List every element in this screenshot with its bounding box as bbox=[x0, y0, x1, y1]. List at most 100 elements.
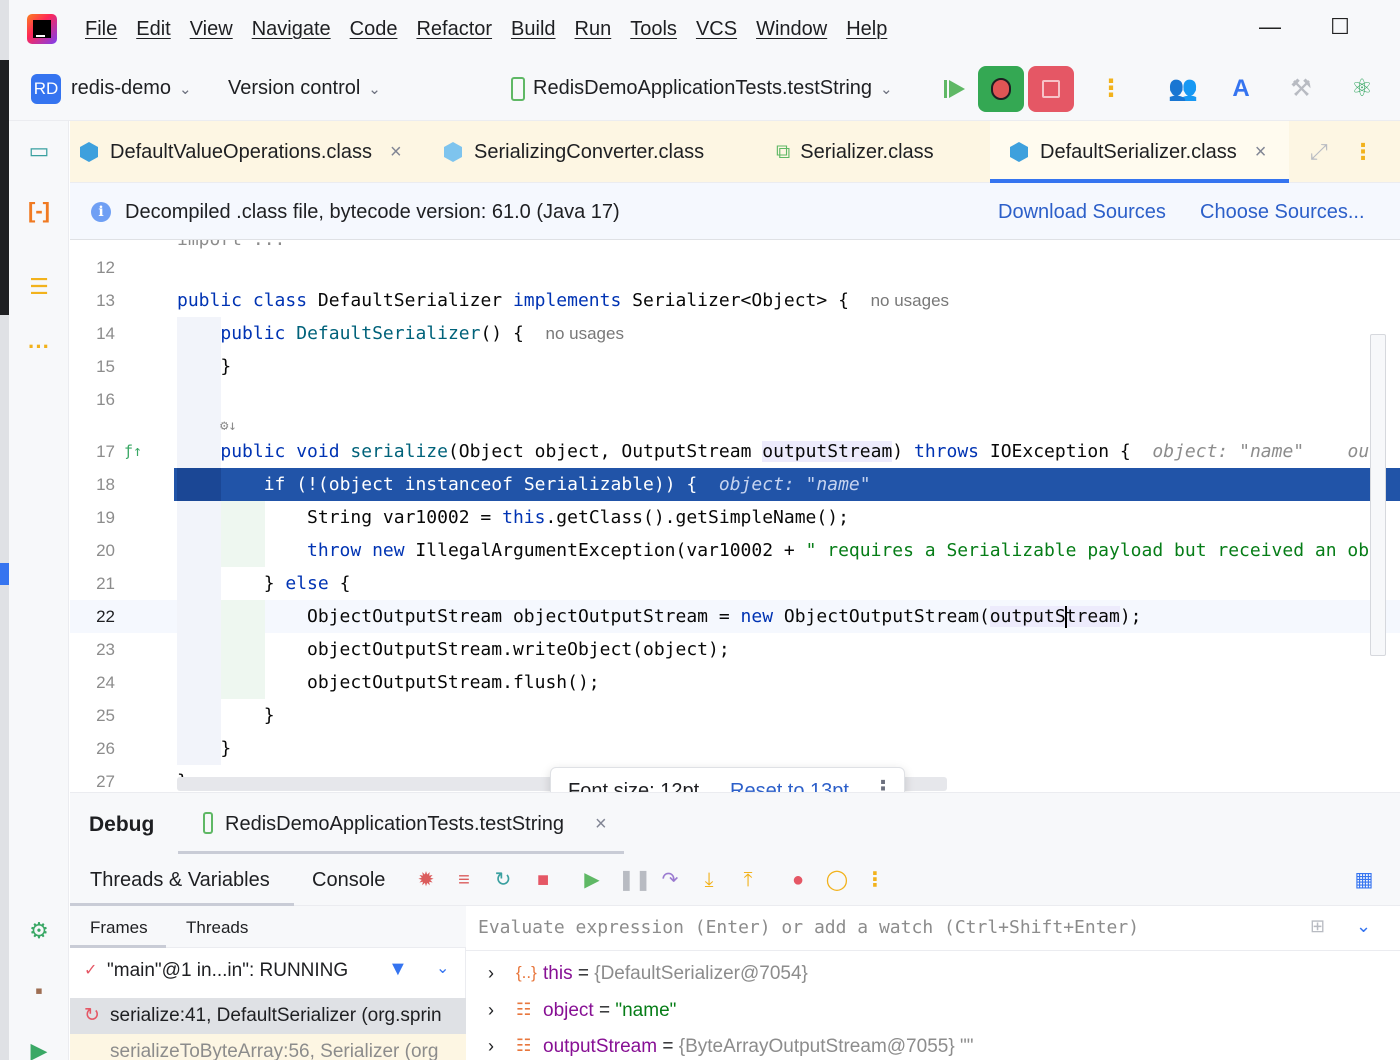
code-line-current: 22 ObjectOutputStream objectOutputStream… bbox=[70, 600, 1400, 633]
atom-icon[interactable]: ⚛ bbox=[1345, 72, 1379, 106]
field-icon: ☷ bbox=[516, 1036, 532, 1055]
more-tools-icon[interactable]: ··· bbox=[23, 331, 55, 363]
rerun-icon[interactable]: ↻ bbox=[491, 868, 515, 892]
chevron-down-icon: ⌄ bbox=[368, 81, 381, 98]
project-badge[interactable]: RD bbox=[31, 74, 61, 104]
project-view-icon[interactable]: ▭ bbox=[23, 135, 55, 167]
tools-icon[interactable]: ⚒ bbox=[1284, 72, 1318, 106]
test-config-icon bbox=[511, 77, 525, 101]
debug-tool-window-header: Debug RedisDemoApplicationTests.testStri… bbox=[70, 792, 1400, 855]
code-line: 12 bbox=[96, 258, 115, 277]
settings-gear-icon[interactable]: ⚙ bbox=[23, 915, 55, 947]
stop-icon[interactable]: ■ bbox=[531, 868, 555, 892]
code-line: 24 objectOutputStream.flush(); bbox=[70, 666, 1400, 699]
menu-navigate[interactable]: Navigate bbox=[252, 18, 331, 41]
vertical-scrollbar[interactable] bbox=[1370, 334, 1386, 656]
close-tab-icon[interactable]: × bbox=[1255, 141, 1267, 164]
rerun-icon[interactable] bbox=[949, 80, 965, 98]
tab-default-serializer[interactable]: DefaultSerializer.class × bbox=[990, 121, 1289, 183]
menu-vcs[interactable]: VCS bbox=[696, 18, 737, 41]
alibaba-cloud-icon[interactable]: [-] bbox=[23, 195, 55, 227]
code-line-selected: 18 if (!(object instanceof Serializable)… bbox=[70, 468, 1400, 501]
menu-tools[interactable]: Tools bbox=[630, 18, 677, 41]
pause-icon[interactable]: ❚❚ bbox=[618, 868, 652, 892]
menu-window[interactable]: Window bbox=[756, 18, 827, 41]
intellij-logo-icon[interactable] bbox=[27, 14, 57, 44]
run-config-name: RedisDemoApplicationTests.testString bbox=[533, 77, 873, 99]
chevron-down-icon[interactable]: ⌄ bbox=[1356, 916, 1371, 937]
code-line: 15 } bbox=[70, 350, 1400, 383]
expand-arrow-icon[interactable]: › bbox=[488, 963, 494, 984]
debug-button[interactable] bbox=[978, 66, 1024, 112]
more-actions-icon[interactable]: ⋮ bbox=[1099, 74, 1123, 104]
breakpoints-icon[interactable]: ● bbox=[786, 868, 810, 892]
mute-breakpoints-icon[interactable]: ◯ bbox=[825, 868, 849, 892]
frame-label: serialize:41, DefaultSerializer (org.spr… bbox=[110, 1005, 442, 1026]
tab-serializer[interactable]: ⧉ Serializer.class bbox=[776, 121, 934, 183]
debug-session-tab[interactable]: RedisDemoApplicationTests.testString bbox=[225, 813, 564, 836]
services-icon[interactable]: ☰ bbox=[23, 271, 55, 303]
implements-gutter-icon[interactable]: ƒ↑ bbox=[124, 435, 142, 468]
translate-icon[interactable]: A bbox=[1224, 72, 1258, 106]
tab-frames[interactable]: Frames bbox=[90, 918, 148, 938]
maximize-button[interactable]: ☐ bbox=[1320, 12, 1360, 44]
menu-code[interactable]: Code bbox=[350, 18, 398, 41]
code-line: 25 } bbox=[70, 699, 1400, 732]
step-over-icon[interactable]: ↷ bbox=[658, 868, 682, 892]
run-icon[interactable]: ▶ bbox=[23, 1035, 55, 1060]
code-with-me-icon[interactable]: 👥 bbox=[1166, 72, 1200, 106]
code-editor[interactable]: import ... 12 13public class DefaultSeri… bbox=[70, 240, 1400, 792]
menu-help[interactable]: Help bbox=[846, 18, 887, 41]
add-watch-icon[interactable]: ⊞ bbox=[1310, 916, 1325, 937]
debug-bug-icon[interactable]: ✹ bbox=[414, 868, 438, 892]
stop-button[interactable] bbox=[1028, 66, 1074, 112]
variable-row[interactable]: › {..} this = {DefaultSerializer@7054} bbox=[466, 956, 1400, 992]
step-into-icon[interactable]: ⤓ bbox=[697, 868, 721, 892]
vcs-selector[interactable]: Version control ⌄ bbox=[228, 77, 381, 100]
menu-edit[interactable]: Edit bbox=[136, 18, 170, 41]
project-selector[interactable]: redis-demo ⌄ bbox=[71, 77, 192, 100]
decompiled-banner: i Decompiled .class file, bytecode versi… bbox=[70, 183, 1400, 240]
tab-threads-variables[interactable]: Threads & Variables bbox=[90, 869, 270, 892]
close-tab-icon[interactable]: × bbox=[390, 141, 402, 164]
clear-icon[interactable]: ≡ bbox=[452, 868, 476, 892]
stack-frame[interactable]: ↻ serialize:41, DefaultSerializer (org.s… bbox=[70, 998, 466, 1034]
menu-build[interactable]: Build bbox=[511, 18, 555, 41]
minimize-button[interactable]: — bbox=[1250, 12, 1290, 44]
menu-refactor[interactable]: Refactor bbox=[416, 18, 492, 41]
debug-more-icon[interactable]: ⋮ bbox=[863, 868, 887, 892]
menu-file[interactable]: File bbox=[85, 18, 117, 41]
choose-sources-link[interactable]: Choose Sources... bbox=[1200, 201, 1365, 224]
chevron-down-icon: ⌄ bbox=[179, 81, 192, 98]
tab-console[interactable]: Console bbox=[312, 869, 385, 892]
layout-icon[interactable]: ▦ bbox=[1352, 868, 1376, 892]
resume-icon[interactable]: ▶ bbox=[580, 868, 604, 892]
tab-serializing-converter[interactable]: SerializingConverter.class bbox=[444, 121, 704, 183]
code-line: 23 objectOutputStream.writeObject(object… bbox=[70, 633, 1400, 666]
filter-icon[interactable]: ▼ bbox=[388, 958, 408, 981]
thread-selector[interactable]: ✓ "main"@1 in...in": RUNNING ▼ ⌄ bbox=[70, 948, 466, 994]
close-session-icon[interactable]: × bbox=[595, 813, 607, 836]
download-sources-link[interactable]: Download Sources bbox=[998, 201, 1166, 224]
expand-arrow-icon[interactable]: › bbox=[488, 1000, 494, 1021]
menu-view[interactable]: View bbox=[190, 18, 233, 41]
code-line: 20 throw new IllegalArgumentException(va… bbox=[70, 534, 1400, 567]
variable-row[interactable]: › ☷ object = "name" bbox=[466, 993, 1400, 1029]
menu-run[interactable]: Run bbox=[575, 18, 612, 41]
tab-more-icon[interactable]: ⋮ bbox=[1352, 139, 1374, 165]
variable-row[interactable]: › ☷ outputStream = {ByteArrayOutputStrea… bbox=[466, 1029, 1400, 1060]
tab-threads[interactable]: Threads bbox=[186, 918, 248, 938]
chevron-down-icon[interactable]: ⌄ bbox=[436, 958, 449, 978]
step-out-icon[interactable]: ⤒ bbox=[736, 868, 760, 892]
expand-arrow-icon[interactable]: › bbox=[488, 1036, 494, 1057]
stack-frame[interactable]: serializeToByteArray:56, Serializer (org bbox=[70, 1034, 466, 1060]
evaluate-expression-input[interactable]: Evaluate expression (Enter) or add a wat… bbox=[466, 906, 1400, 951]
database-icon[interactable]: ▪ bbox=[23, 975, 55, 1007]
class-file-icon bbox=[80, 142, 98, 162]
run-config-selector[interactable]: RedisDemoApplicationTests.testString ⌄ bbox=[533, 77, 893, 100]
menu-bar: File Edit View Navigate Code Refactor Bu… bbox=[9, 0, 1400, 58]
expand-icon[interactable]: ⤢ bbox=[1310, 139, 1328, 165]
tab-default-value-operations[interactable]: DefaultValueOperations.class × bbox=[80, 121, 402, 183]
tab-label: Serializer.class bbox=[800, 140, 934, 163]
bug-icon bbox=[991, 78, 1011, 100]
